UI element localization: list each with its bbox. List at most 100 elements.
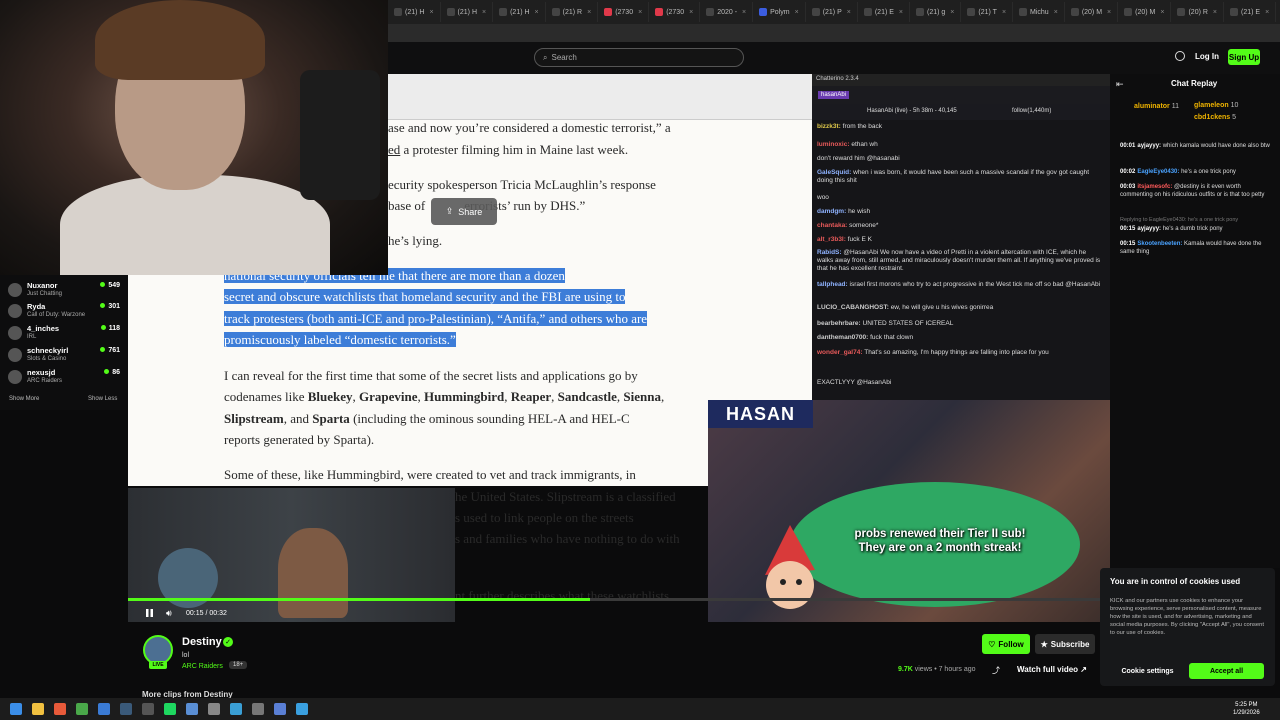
- file-explorer-icon[interactable]: [32, 703, 44, 715]
- browser-tab[interactable]: (21) R ×: [546, 2, 599, 22]
- taskbar-clock: 5:25 PM 1/29/2026: [1233, 702, 1260, 716]
- close-tab-icon[interactable]: ×: [689, 9, 693, 16]
- chat-username[interactable]: ayjayyy:: [1137, 143, 1161, 149]
- close-tab-icon[interactable]: ×: [1002, 9, 1006, 16]
- collapse-chat-icon[interactable]: ⇤: [1116, 79, 1124, 90]
- chat-username[interactable]: chantaka:: [817, 222, 847, 229]
- share-button[interactable]: ⇪ Share: [431, 198, 497, 225]
- close-tab-icon[interactable]: ×: [795, 9, 799, 16]
- windows-start-icon[interactable]: [10, 703, 22, 715]
- sidebar-channel-item[interactable]: 4_inches IRL 118: [8, 323, 122, 345]
- close-tab-icon[interactable]: ×: [535, 9, 539, 16]
- cookie-settings-button[interactable]: Cookie settings: [1110, 663, 1185, 679]
- chat-username[interactable]: bizzk3t:: [817, 123, 841, 130]
- chrome-icon[interactable]: [76, 703, 88, 715]
- app-icon[interactable]: [98, 703, 110, 715]
- top-gifter[interactable]: aluminator 11: [1134, 103, 1179, 110]
- close-tab-icon[interactable]: ×: [1107, 9, 1111, 16]
- chat-username[interactable]: Skootenbeeten:: [1137, 241, 1182, 247]
- browser-tab[interactable]: (2730 ×: [649, 2, 701, 22]
- follow-button[interactable]: ♡ Follow: [982, 634, 1030, 654]
- browser-tab[interactable]: (21) H ×: [493, 2, 546, 22]
- close-tab-icon[interactable]: ×: [1160, 9, 1164, 16]
- chat-username[interactable]: dantheman0700:: [817, 334, 868, 341]
- steam-icon[interactable]: [120, 703, 132, 715]
- browser-tab[interactable]: (2730 ×: [598, 2, 650, 22]
- browser-tab[interactable]: (21) g ×: [910, 2, 962, 22]
- channel-name[interactable]: Destiny: [182, 636, 222, 648]
- article-text: nt further describes what these watchlis…: [455, 588, 670, 603]
- close-tab-icon[interactable]: ×: [899, 9, 903, 16]
- accept-all-button[interactable]: Accept all: [1189, 663, 1264, 679]
- browser-tab[interactable]: (21) H ×: [388, 2, 441, 22]
- spotify-icon[interactable]: [164, 703, 176, 715]
- chatterino-channel-tab[interactable]: hasanAbi: [818, 91, 850, 99]
- close-tab-icon[interactable]: ×: [638, 9, 642, 16]
- chat-username[interactable]: GaleSquid:: [817, 169, 851, 176]
- article-text: ase and now you’re considered a domestic…: [388, 120, 671, 135]
- browser-tab[interactable]: (20) M ×: [1065, 2, 1119, 22]
- sidebar-channel-item[interactable]: nexusjd ARC Raiders 86: [8, 367, 122, 389]
- watch-full-video-button[interactable]: Watch full video ↗: [1017, 665, 1087, 674]
- close-tab-icon[interactable]: ×: [1054, 9, 1058, 16]
- reply-hint: Replying to EagleEye0430: he's a one tri…: [1120, 217, 1239, 223]
- chat-username[interactable]: itsjamesofc:: [1137, 184, 1172, 190]
- show-less-button[interactable]: Show Less: [88, 396, 117, 402]
- chat-username[interactable]: damdgm:: [817, 208, 846, 215]
- app-icon[interactable]: [230, 703, 242, 715]
- sidebar-channel-item[interactable]: schneckyirl Slots & Casino 761: [8, 345, 122, 367]
- top-gifter[interactable]: glameleon 10: [1194, 102, 1238, 109]
- close-tab-icon[interactable]: ×: [1213, 9, 1217, 16]
- close-tab-icon[interactable]: ×: [847, 9, 851, 16]
- browser-tab[interactable]: (21) E ×: [1224, 2, 1277, 22]
- close-tab-icon[interactable]: ×: [429, 9, 433, 16]
- chat-username[interactable]: RabidS:: [817, 249, 842, 256]
- browser-tab[interactable]: (21) P ×: [806, 2, 858, 22]
- browser-tab[interactable]: (21) T ×: [961, 2, 1014, 22]
- login-button[interactable]: Log In: [1195, 52, 1219, 61]
- volume-icon[interactable]: 🔊︎: [166, 608, 172, 619]
- chat-username[interactable]: ayjayyy:: [1137, 226, 1161, 232]
- chat-username[interactable]: tallphead:: [817, 281, 848, 288]
- chat-replay-message: 00:03 itsjamesofc: @destiny is it even wo…: [1120, 183, 1270, 199]
- sidebar-channel-item[interactable]: Nuxanor Just Chatting 549: [8, 280, 122, 302]
- search-input[interactable]: ⌕ Search: [534, 48, 744, 67]
- browser-tab[interactable]: 2020 - ×: [700, 2, 754, 22]
- app-icon[interactable]: [186, 703, 198, 715]
- chat-username[interactable]: alt_r3b3l:: [817, 236, 846, 243]
- top-gifter[interactable]: cbd1ckens 5: [1194, 114, 1236, 121]
- chat-username[interactable]: EagleEye0430:: [1137, 169, 1179, 175]
- close-tab-icon[interactable]: ×: [587, 9, 591, 16]
- show-more-button[interactable]: Show More: [9, 396, 39, 402]
- channel-name: nexusjd: [27, 368, 56, 377]
- close-tab-icon[interactable]: ×: [950, 9, 954, 16]
- chat-username[interactable]: LUCIO_CABANGHOST:: [817, 304, 889, 311]
- browser-tab[interactable]: (21) H ×: [441, 2, 494, 22]
- language-globe-icon[interactable]: [1175, 51, 1185, 61]
- subscribe-button[interactable]: ★ Subscribe: [1035, 634, 1095, 654]
- obs-icon[interactable]: [142, 703, 154, 715]
- app-icon[interactable]: [252, 703, 264, 715]
- close-tab-icon[interactable]: ×: [742, 9, 746, 16]
- close-tab-icon[interactable]: ×: [482, 9, 486, 16]
- browser-tab[interactable]: (20) M ×: [1118, 2, 1172, 22]
- chat-username[interactable]: wonder_gal74:: [817, 349, 863, 356]
- browser-tab[interactable]: (20) R ×: [1171, 2, 1225, 22]
- signup-button[interactable]: Sign Up: [1228, 49, 1260, 65]
- app-icon[interactable]: [208, 703, 220, 715]
- browser-tab[interactable]: Michu ×: [1013, 2, 1065, 22]
- browser-tab[interactable]: (21) E ×: [858, 2, 910, 22]
- app-icon[interactable]: [296, 703, 308, 715]
- share-clip-icon[interactable]: ⤴: [992, 665, 1000, 676]
- chat-message: woo: [817, 194, 1102, 202]
- article-text: ed a protester filming him in Maine last…: [388, 142, 629, 157]
- app-icon[interactable]: [274, 703, 286, 715]
- browser-tab[interactable]: Polym ×: [753, 2, 806, 22]
- category-link[interactable]: ARC Raiders: [182, 663, 223, 670]
- chat-username[interactable]: luminoxic:: [817, 141, 850, 148]
- chat-username[interactable]: bearbehrbare:: [817, 320, 861, 327]
- pause-icon[interactable]: [145, 608, 154, 618]
- sidebar-channel-item[interactable]: Ryda Call of Duty: Warzone 301: [8, 301, 122, 323]
- browser-icon[interactable]: [54, 703, 66, 715]
- close-tab-icon[interactable]: ×: [1265, 9, 1269, 16]
